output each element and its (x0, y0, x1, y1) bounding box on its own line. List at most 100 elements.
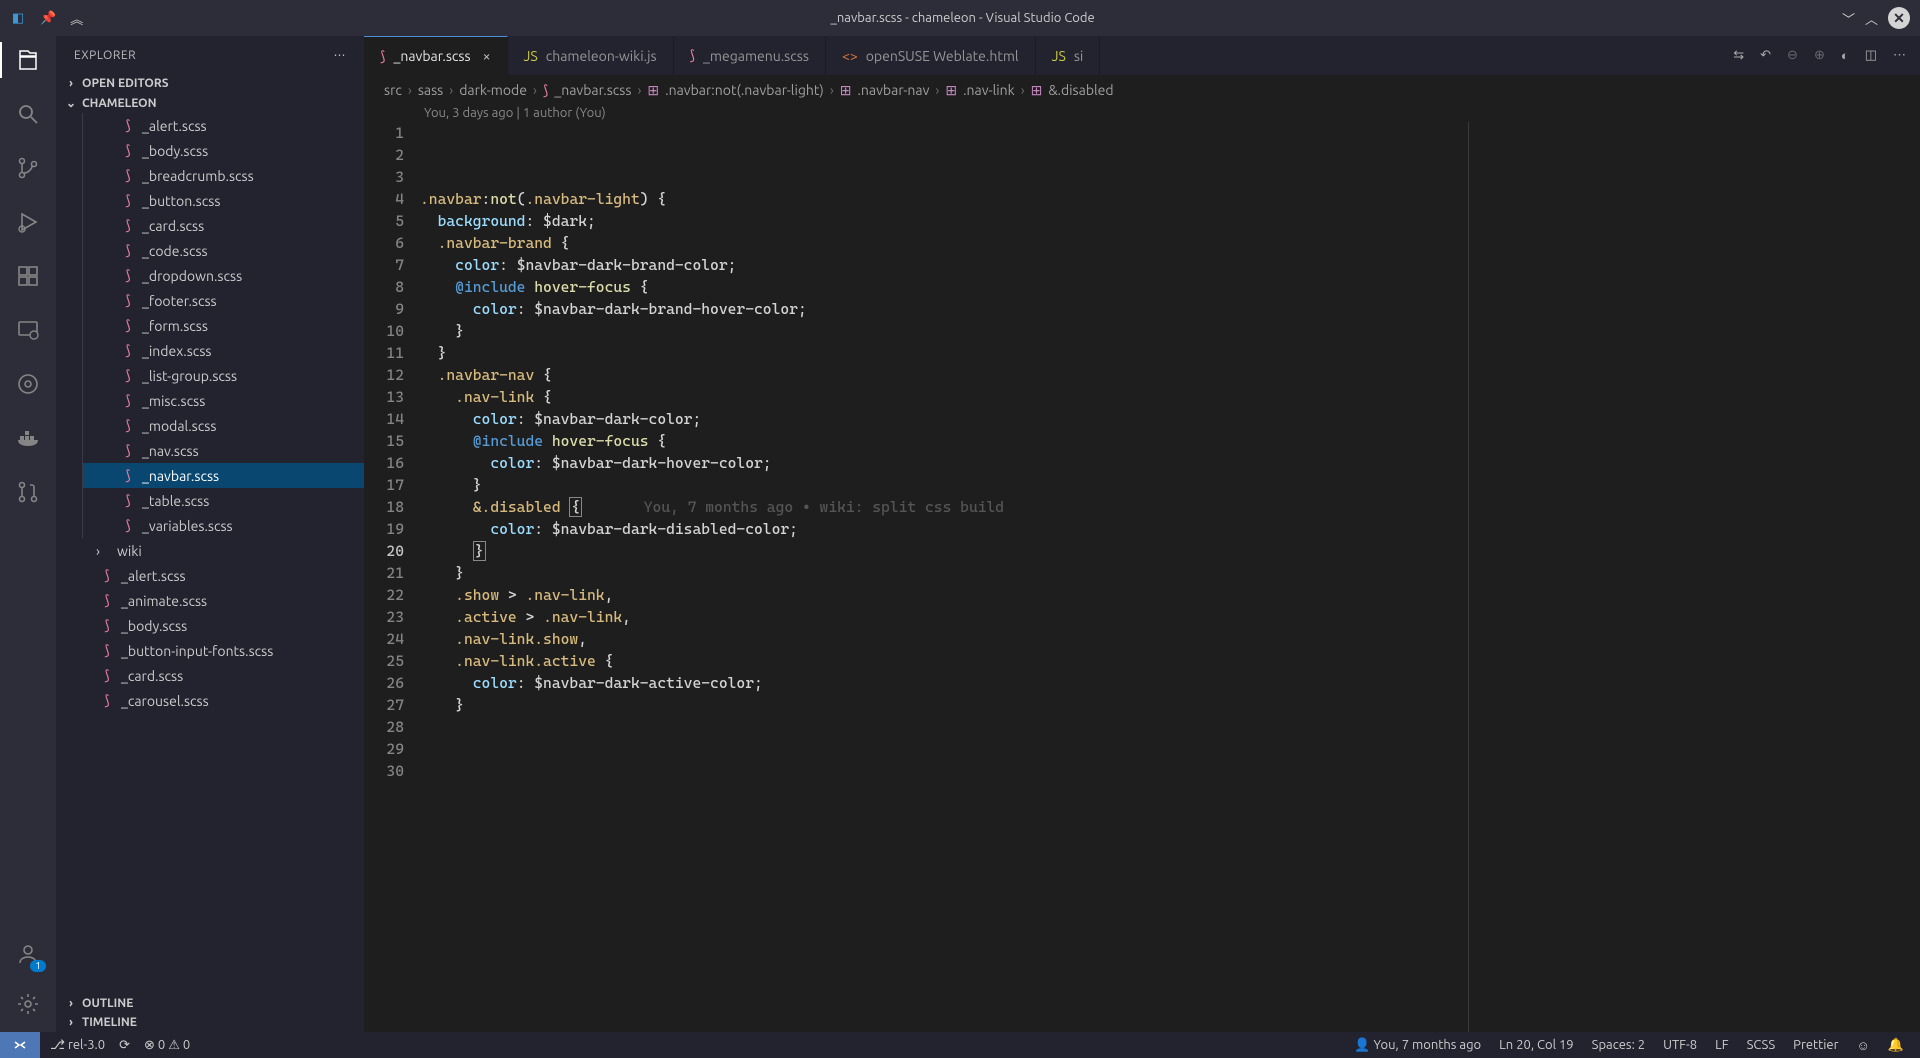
sidebar: EXPLORER ⋯ › OPEN EDITORS ⌄ CHAMELEON ⟆_… (56, 36, 364, 1032)
source-control-activity[interactable] (14, 154, 42, 182)
notifications-icon[interactable]: 🔔 (1888, 1038, 1904, 1053)
more-actions-icon[interactable]: ⋯ (1893, 48, 1906, 63)
timeline-section[interactable]: › TIMELINE (56, 1013, 364, 1032)
breadcrumb[interactable]: src›sass›dark-mode›⟆_navbar.scss›⊞.navba… (364, 76, 1920, 104)
eol[interactable]: LF (1715, 1038, 1728, 1052)
outline-section[interactable]: › OUTLINE (56, 994, 364, 1013)
file-item[interactable]: ⟆_body.scss (82, 613, 364, 638)
go-back-icon[interactable]: ↶ (1760, 48, 1771, 63)
file-item[interactable]: ⟆_alert.scss (82, 113, 364, 138)
file-name: _card.scss (121, 668, 183, 684)
remote-explorer-activity[interactable] (14, 316, 42, 344)
scss-file-icon: ⟆ (121, 392, 135, 409)
file-item[interactable]: ⟆_alert.scss (82, 563, 364, 588)
folder-item[interactable]: ›wiki (82, 538, 364, 563)
language-mode[interactable]: SCSS (1747, 1038, 1776, 1052)
extensions-activity[interactable] (14, 262, 42, 290)
close-button[interactable]: ✕ (1888, 7, 1910, 29)
explorer-activity[interactable] (14, 46, 42, 74)
file-item[interactable]: ⟆_code.scss (82, 238, 364, 263)
pin-icon[interactable]: 📌 (40, 11, 56, 26)
breadcrumb-item[interactable]: .navbar:not(.navbar-light) (665, 82, 824, 98)
breadcrumb-item[interactable]: &.disabled (1048, 82, 1113, 98)
file-item[interactable]: ⟆_dropdown.scss (82, 263, 364, 288)
file-item[interactable]: ⟆_carousel.scss (82, 688, 364, 713)
chevron-right-icon: › (96, 543, 110, 559)
github-pr-activity[interactable] (14, 478, 42, 506)
file-item[interactable]: ⟆_form.scss (82, 313, 364, 338)
file-item[interactable]: ⟆_index.scss (82, 338, 364, 363)
breadcrumb-item[interactable]: .nav-link (963, 82, 1015, 98)
settings-activity[interactable] (14, 990, 42, 1018)
remote-indicator[interactable] (0, 1032, 40, 1058)
cursor-position[interactable]: Ln 20, Col 19 (1499, 1038, 1573, 1052)
encoding[interactable]: UTF-8 (1663, 1038, 1697, 1052)
file-item[interactable]: ⟆_body.scss (82, 138, 364, 163)
file-name: _alert.scss (142, 118, 207, 134)
prettier-status[interactable]: Prettier (1793, 1038, 1838, 1052)
accounts-activity[interactable]: 1 (14, 940, 42, 968)
tab[interactable]: JSsi (1036, 36, 1101, 75)
file-item[interactable]: ⟆_nav.scss (82, 438, 364, 463)
breadcrumb-item[interactable]: dark-mode (459, 82, 527, 98)
accounts-badge: 1 (30, 960, 46, 972)
file-item[interactable]: ⟆_variables.scss (82, 513, 364, 538)
breadcrumb-item[interactable]: sass (418, 82, 443, 98)
file-item[interactable]: ⟆_footer.scss (82, 288, 364, 313)
split-editor-icon[interactable]: ◫ (1865, 48, 1877, 63)
open-changes-icon[interactable]: ◐ (1841, 48, 1849, 63)
feedback-icon[interactable]: ☺ (1857, 1038, 1870, 1053)
scss-file-icon: ⟆ (121, 442, 135, 459)
line-blame[interactable]: 👤 You, 7 months ago (1354, 1038, 1481, 1053)
file-item[interactable]: ⟆_misc.scss (82, 388, 364, 413)
file-list[interactable]: ⟆_alert.scss⟆_body.scss⟆_breadcrumb.scss… (56, 113, 364, 994)
minimap[interactable] (1810, 108, 1920, 368)
open-editors-section[interactable]: › OPEN EDITORS (56, 74, 364, 93)
workspace-section[interactable]: ⌄ CHAMELEON (56, 93, 364, 113)
breadcrumb-item[interactable]: _navbar.scss (554, 82, 631, 98)
file-item[interactable]: ⟆_animate.scss (82, 588, 364, 613)
git-branch[interactable]: ⎇ rel-3.0 (50, 1038, 105, 1053)
tab-label: _navbar.scss (393, 48, 470, 64)
code-content[interactable]: .navbar:not(.navbar-light) { background:… (420, 122, 1920, 1032)
scss-file-icon: ⟆ (380, 48, 385, 65)
tab[interactable]: JSchameleon-wiki.js (508, 36, 674, 75)
timeline-label: TIMELINE (82, 1016, 137, 1029)
file-item[interactable]: ⟆_card.scss (82, 663, 364, 688)
indentation[interactable]: Spaces: 2 (1592, 1038, 1645, 1052)
problems-indicator[interactable]: ⊗ 0 ⚠ 0 (144, 1038, 190, 1053)
file-item[interactable]: ⟆_button-input-fonts.scss (82, 638, 364, 663)
file-item[interactable]: ⟆_table.scss (82, 488, 364, 513)
tab[interactable]: ⟆ _navbar.scss × (364, 36, 508, 75)
tab[interactable]: <>openSUSE Weblate.html (826, 36, 1036, 75)
commit-icon[interactable]: ⊖ (1787, 48, 1798, 63)
file-item[interactable]: ⟆_button.scss (82, 188, 364, 213)
more-icon[interactable]: ⋯ (334, 48, 347, 62)
compare-changes-icon[interactable]: ⇆ (1733, 48, 1744, 63)
close-tab-icon[interactable]: × (483, 48, 491, 64)
commit-forward-icon[interactable]: ⊕ (1814, 48, 1825, 63)
file-item[interactable]: ⟆_modal.scss (82, 413, 364, 438)
tab-label: openSUSE Weblate.html (866, 48, 1019, 64)
file-item[interactable]: ⟆_breadcrumb.scss (82, 163, 364, 188)
sync-icon[interactable]: ⟳ (119, 1038, 130, 1053)
symbol-icon: ⊞ (1031, 82, 1043, 99)
chevron-up-double-icon[interactable]: ︽ (70, 9, 83, 28)
file-item[interactable]: ⟆_navbar.scss (82, 463, 364, 488)
file-name: _variables.scss (142, 518, 233, 534)
search-activity[interactable] (14, 100, 42, 128)
file-item[interactable]: ⟆_card.scss (82, 213, 364, 238)
tab[interactable]: ⟆_megamenu.scss (674, 36, 826, 75)
code-area[interactable]: 1234567891011121314151617181920212223242… (364, 122, 1920, 1032)
breadcrumb-item[interactable]: src (384, 82, 402, 98)
run-debug-activity[interactable] (14, 208, 42, 236)
docker-activity[interactable] (14, 424, 42, 452)
gitlens-activity[interactable] (14, 370, 42, 398)
scss-file-icon: ⟆ (121, 242, 135, 259)
gitlens-authors[interactable]: You, 3 days ago | 1 author (You) (364, 104, 1920, 122)
file-item[interactable]: ⟆_list-group.scss (82, 363, 364, 388)
file-name: _animate.scss (121, 593, 207, 609)
chevron-down-icon[interactable]: ﹀ (1842, 9, 1855, 28)
chevron-up-icon[interactable]: ︿ (1865, 9, 1878, 28)
breadcrumb-item[interactable]: .navbar-nav (857, 82, 929, 98)
